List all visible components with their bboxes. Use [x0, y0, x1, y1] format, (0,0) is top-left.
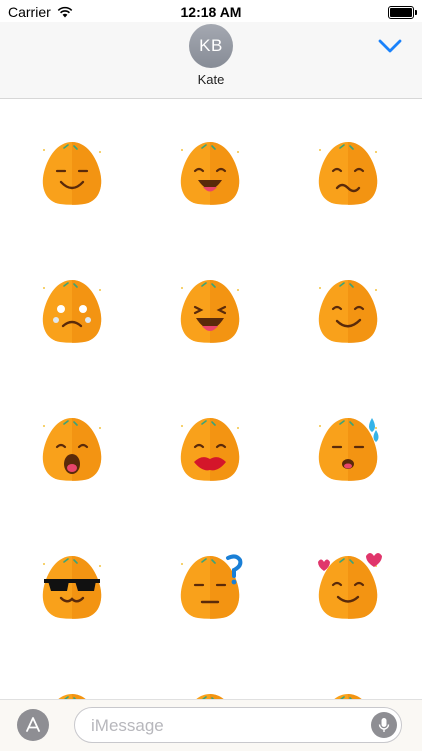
- kiss-lips-sticker[interactable]: [172, 412, 248, 488]
- sunglasses-sticker-icon: [42, 556, 102, 619]
- smirk-sticker[interactable]: [310, 274, 386, 350]
- question-sticker[interactable]: [172, 550, 248, 626]
- crying-sticker[interactable]: [34, 274, 110, 350]
- sunglasses-sticker[interactable]: [34, 550, 110, 626]
- partial-sticker[interactable]: [172, 688, 248, 699]
- conversation-header: KB Kate: [0, 22, 422, 99]
- microphone-icon: [378, 718, 390, 732]
- laughing-sticker-icon: [180, 280, 240, 343]
- app-store-button[interactable]: [17, 709, 49, 741]
- crying-sticker-icon: [42, 280, 102, 343]
- chevron-down-icon[interactable]: [378, 38, 402, 54]
- partial-sticker-icon: [58, 694, 86, 699]
- smile-sticker[interactable]: [34, 136, 110, 212]
- love-hearts-sticker[interactable]: [310, 550, 386, 626]
- sweat-drop-sticker[interactable]: [310, 412, 386, 488]
- confused-sticker-icon: [318, 142, 378, 205]
- smirk-sticker-icon: [318, 280, 378, 343]
- smile-sticker-icon: [42, 142, 102, 205]
- partial-sticker-icon: [334, 694, 362, 699]
- avatar-initials: KB: [199, 36, 223, 55]
- grin-tongue-sticker[interactable]: [172, 136, 248, 212]
- status-time: 12:18 AM: [180, 4, 242, 20]
- sweat-drop-sticker-icon: [318, 418, 379, 481]
- sticker-grid[interactable]: [0, 99, 422, 699]
- microphone-button[interactable]: [371, 712, 397, 738]
- message-bar: iMessage: [0, 699, 422, 751]
- shocked-sticker-icon: [42, 418, 102, 481]
- question-sticker-icon: [180, 554, 243, 619]
- avatar[interactable]: KB: [189, 24, 233, 68]
- partial-sticker[interactable]: [34, 688, 110, 699]
- laughing-sticker[interactable]: [172, 274, 248, 350]
- partial-sticker[interactable]: [310, 688, 386, 699]
- contact-name[interactable]: Kate: [0, 72, 422, 87]
- grin-tongue-sticker-icon: [180, 142, 240, 205]
- partial-sticker-icon: [196, 694, 224, 699]
- app-store-icon: [26, 717, 40, 732]
- battery-icon: [388, 6, 417, 19]
- confused-sticker[interactable]: [310, 136, 386, 212]
- message-input[interactable]: iMessage: [74, 707, 402, 743]
- kiss-lips-sticker-icon: [180, 418, 240, 481]
- love-hearts-sticker-icon: [318, 553, 382, 619]
- shocked-sticker[interactable]: [34, 412, 110, 488]
- status-bar: Carrier 12:18 AM: [0, 0, 422, 22]
- message-placeholder: iMessage: [91, 716, 164, 735]
